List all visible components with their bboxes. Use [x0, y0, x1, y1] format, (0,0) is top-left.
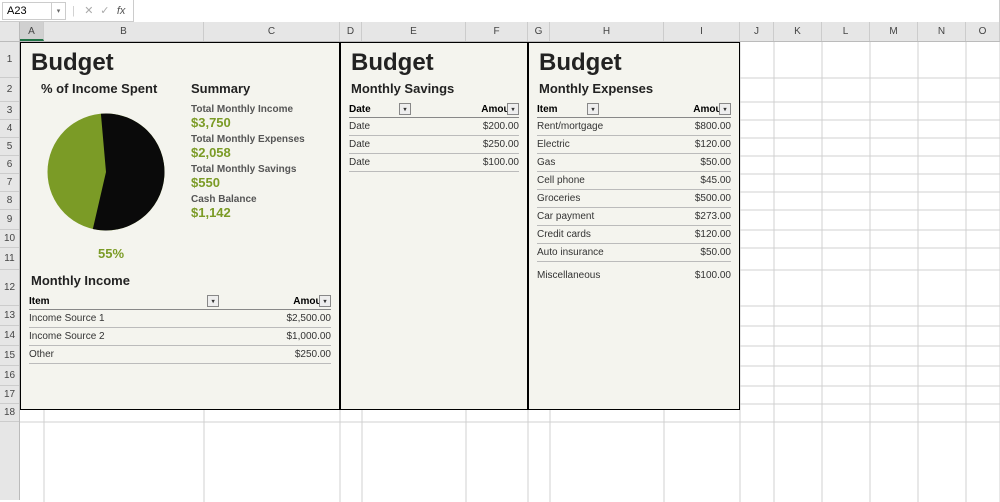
table-row[interactable]: Date$200.00: [349, 118, 519, 136]
budget-pane-2: Budget Monthly Savings Date▾ Amount▾ Dat…: [340, 42, 528, 410]
page-title: Budget: [529, 43, 739, 79]
column-header[interactable]: L: [822, 22, 870, 41]
sheet[interactable]: Budget % of Income Spent 55% Sum: [20, 42, 1000, 500]
column-header[interactable]: O: [966, 22, 1000, 41]
savings-table: Date▾ Amount▾ Date$200.00Date$250.00Date…: [349, 102, 519, 172]
expenses-table: Item▾ Amount▾ Rent/mortgage$800.00Electr…: [537, 102, 731, 284]
column-header[interactable]: E: [362, 22, 466, 41]
expenses-col-amount[interactable]: Amount▾: [661, 102, 731, 118]
fx-label: fx: [117, 5, 126, 17]
filter-icon[interactable]: ▾: [719, 103, 731, 115]
filter-icon[interactable]: ▾: [399, 103, 411, 115]
filter-icon[interactable]: ▾: [207, 295, 219, 307]
page-title: Budget: [21, 43, 339, 79]
filter-icon[interactable]: ▾: [507, 103, 519, 115]
row-header[interactable]: 14: [0, 326, 19, 346]
income-col-amount[interactable]: Amount▾: [219, 294, 331, 310]
select-all-corner[interactable]: [0, 22, 19, 42]
column-header[interactable]: K: [774, 22, 822, 41]
summary-label: Total Monthly Expenses: [191, 134, 329, 145]
column-header[interactable]: G: [528, 22, 550, 41]
column-header[interactable]: F: [466, 22, 528, 41]
summary-label: Total Monthly Savings: [191, 164, 329, 175]
table-row[interactable]: Date$100.00: [349, 154, 519, 172]
table-row[interactable]: Electric$120.00: [537, 136, 731, 154]
expenses-col-item[interactable]: Item▾: [537, 102, 661, 118]
formula-cancel[interactable]: ✕: [81, 4, 97, 17]
table-row[interactable]: Groceries$500.00: [537, 190, 731, 208]
row-header[interactable]: 11: [0, 248, 19, 270]
name-box[interactable]: [2, 2, 52, 20]
row-header[interactable]: 18: [0, 404, 19, 422]
summary-heading: Summary: [191, 79, 329, 102]
row-header[interactable]: 12: [0, 270, 19, 306]
filter-icon[interactable]: ▾: [587, 103, 599, 115]
column-header[interactable]: A: [20, 22, 44, 41]
column-header[interactable]: I: [664, 22, 740, 41]
formula-accept[interactable]: ✓: [97, 4, 113, 17]
summary-value: $550: [191, 175, 329, 190]
table-row[interactable]: Rent/mortgage$800.00: [537, 118, 731, 136]
row-header[interactable]: 5: [0, 138, 19, 156]
column-header[interactable]: H: [550, 22, 664, 41]
row-header[interactable]: 15: [0, 346, 19, 366]
summary-value: $2,058: [191, 145, 329, 160]
budget-pane-3: Budget Monthly Expenses Item▾ Amount▾ Re…: [528, 42, 740, 410]
column-headers: ABCDEFGHIJKLMNO: [20, 22, 1000, 42]
column-header[interactable]: M: [870, 22, 918, 41]
row-header[interactable]: 10: [0, 230, 19, 248]
table-row[interactable]: Miscellaneous$100.00: [537, 262, 731, 285]
column-header[interactable]: D: [340, 22, 362, 41]
table-row[interactable]: Auto insurance$50.00: [537, 244, 731, 262]
summary-value: $1,142: [191, 205, 329, 220]
row-header[interactable]: 16: [0, 366, 19, 386]
table-row[interactable]: Credit cards$120.00: [537, 226, 731, 244]
column-header[interactable]: B: [44, 22, 204, 41]
filter-icon[interactable]: ▾: [319, 295, 331, 307]
table-row[interactable]: Income Source 2$1,000.00: [29, 328, 331, 346]
column-header[interactable]: N: [918, 22, 966, 41]
row-header[interactable]: 13: [0, 306, 19, 326]
income-col-item[interactable]: Item▾: [29, 294, 219, 310]
table-row[interactable]: Cell phone$45.00: [537, 172, 731, 190]
namebox-bar: ▾ | ✕ ✓ fx: [0, 0, 1000, 22]
table-row[interactable]: Income Source 1$2,500.00: [29, 310, 331, 328]
row-header[interactable]: 17: [0, 386, 19, 404]
row-header[interactable]: 3: [0, 102, 19, 120]
row-header[interactable]: 2: [0, 78, 19, 102]
savings-col-amount[interactable]: Amount▾: [411, 102, 519, 118]
savings-col-date[interactable]: Date▾: [349, 102, 411, 118]
table-row[interactable]: Car payment$273.00: [537, 208, 731, 226]
summary-value: $3,750: [191, 115, 329, 130]
row-header[interactable]: 7: [0, 174, 19, 192]
table-row[interactable]: Gas$50.00: [537, 154, 731, 172]
table-row[interactable]: Other$250.00: [29, 346, 331, 364]
monthly-savings-heading: Monthly Savings: [341, 79, 527, 102]
row-header[interactable]: 1: [0, 42, 19, 78]
pie-chart: [31, 102, 181, 242]
table-row[interactable]: Date$250.00: [349, 136, 519, 154]
monthly-expenses-heading: Monthly Expenses: [529, 79, 739, 102]
column-header[interactable]: J: [740, 22, 774, 41]
row-header[interactable]: 9: [0, 210, 19, 230]
row-header[interactable]: 4: [0, 120, 19, 138]
summary-label: Cash Balance: [191, 194, 329, 205]
row-header[interactable]: 6: [0, 156, 19, 174]
pct-label: 55%: [31, 246, 191, 261]
column-header[interactable]: C: [204, 22, 340, 41]
income-table: Item▾ Amount▾ Income Source 1$2,500.00In…: [29, 294, 331, 364]
row-headers: 123456789101112131415161718: [0, 22, 20, 500]
row-header[interactable]: 8: [0, 192, 19, 210]
page-title: Budget: [341, 43, 527, 79]
summary-label: Total Monthly Income: [191, 104, 329, 115]
namebox-dropdown[interactable]: ▾: [52, 2, 66, 20]
pct-income-spent-heading: % of Income Spent: [31, 79, 191, 102]
grid: ABCDEFGHIJKLMNO Budget % of Income Spent: [20, 22, 1000, 500]
budget-pane-1: Budget % of Income Spent 55% Sum: [20, 42, 340, 410]
grid-wrap: 123456789101112131415161718 ABCDEFGHIJKL…: [0, 22, 1000, 500]
monthly-income-heading: Monthly Income: [21, 271, 339, 294]
